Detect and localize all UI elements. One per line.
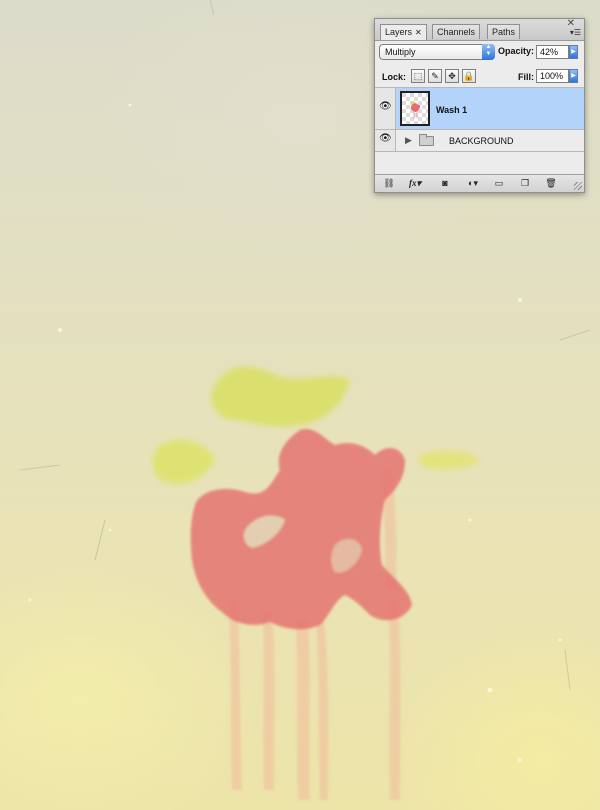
eye-icon: 👁 — [379, 101, 392, 112]
panel-tab-bar: Layers ✕ Channels Paths ✕ ▾☰ — [375, 18, 584, 41]
lock-image-icon[interactable]: ✎ — [428, 69, 442, 83]
visibility-toggle[interactable]: 👁 — [375, 130, 396, 151]
layers-panel: Layers ✕ Channels Paths ✕ ▾☰ Multiply ▲ ▼ … — [374, 18, 585, 193]
updown-arrows-icon: ▲ ▼ — [482, 44, 495, 60]
add-mask-icon[interactable]: ◙ — [435, 177, 455, 190]
adjustment-layer-icon[interactable]: ◐▾ — [463, 177, 483, 190]
link-layers-icon[interactable]: ⛓ — [379, 177, 399, 190]
fill-label: Fill: — [518, 72, 534, 82]
disclosure-triangle-icon[interactable]: ▶ — [405, 135, 412, 146]
paper-texture — [28, 103, 562, 762]
fill-slider-arrow-icon[interactable]: ▶ — [569, 69, 578, 83]
panel-menu-icon[interactable]: ▾☰ — [570, 28, 581, 37]
trash-icon[interactable]: 🗑 — [541, 177, 561, 190]
layer-name-background[interactable]: BACKGROUND — [449, 136, 514, 146]
visibility-toggle[interactable]: 👁 — [375, 88, 396, 129]
layer-row-wash-1[interactable]: 👁 Wash 1 — [375, 88, 584, 130]
opacity-input[interactable]: 42% — [536, 45, 569, 59]
layer-thumbnail — [400, 91, 430, 126]
tab-channels-label: Channels — [437, 27, 476, 37]
lock-fill-row: Lock: ⬚ ✎ ✥ 🔒 Fill: 100% ▶ — [375, 65, 584, 88]
layer-row-background[interactable]: 👁 ▶ BACKGROUND — [375, 130, 584, 152]
blend-mode-value: Multiply — [385, 47, 416, 57]
blend-mode-select[interactable]: Multiply ▲ ▼ — [379, 44, 495, 60]
thumbnail-art — [410, 101, 421, 119]
panel-footer: ⛓ fx▾ ◙ ◐▾ ▭ ❐ 🗑 — [375, 174, 584, 192]
lock-position-icon[interactable]: ✥ — [445, 69, 459, 83]
tab-layers-label: Layers — [385, 27, 413, 37]
resize-grip-icon[interactable] — [574, 182, 582, 190]
fx-label: fx — [408, 178, 417, 188]
eye-icon: 👁 — [379, 133, 392, 144]
tab-paths-label: Paths — [492, 27, 516, 37]
red-wash — [190, 428, 412, 630]
lock-label: Lock: — [382, 72, 407, 82]
tab-layers[interactable]: Layers ✕ — [380, 24, 427, 40]
fill-input[interactable]: 100% — [536, 69, 569, 83]
tab-channels[interactable]: Channels — [432, 24, 481, 39]
opacity-slider-arrow-icon[interactable]: ▶ — [569, 45, 578, 59]
lock-all-icon[interactable]: 🔒 — [462, 69, 476, 83]
new-layer-icon[interactable]: ❐ — [515, 177, 535, 190]
opacity-label: Opacity: — [498, 46, 535, 56]
new-group-icon[interactable]: ▭ — [489, 177, 509, 190]
fx-icon[interactable]: fx▾ — [405, 177, 425, 190]
tab-paths[interactable]: Paths — [487, 24, 521, 39]
lock-transparent-icon[interactable]: ⬚ — [411, 69, 425, 83]
close-tab-icon[interactable]: ✕ — [415, 28, 422, 37]
blend-opacity-row: Multiply ▲ ▼ Opacity: 42% ▶ — [375, 41, 584, 63]
folder-icon — [419, 134, 434, 146]
layer-name-wash-1[interactable]: Wash 1 — [436, 105, 467, 115]
